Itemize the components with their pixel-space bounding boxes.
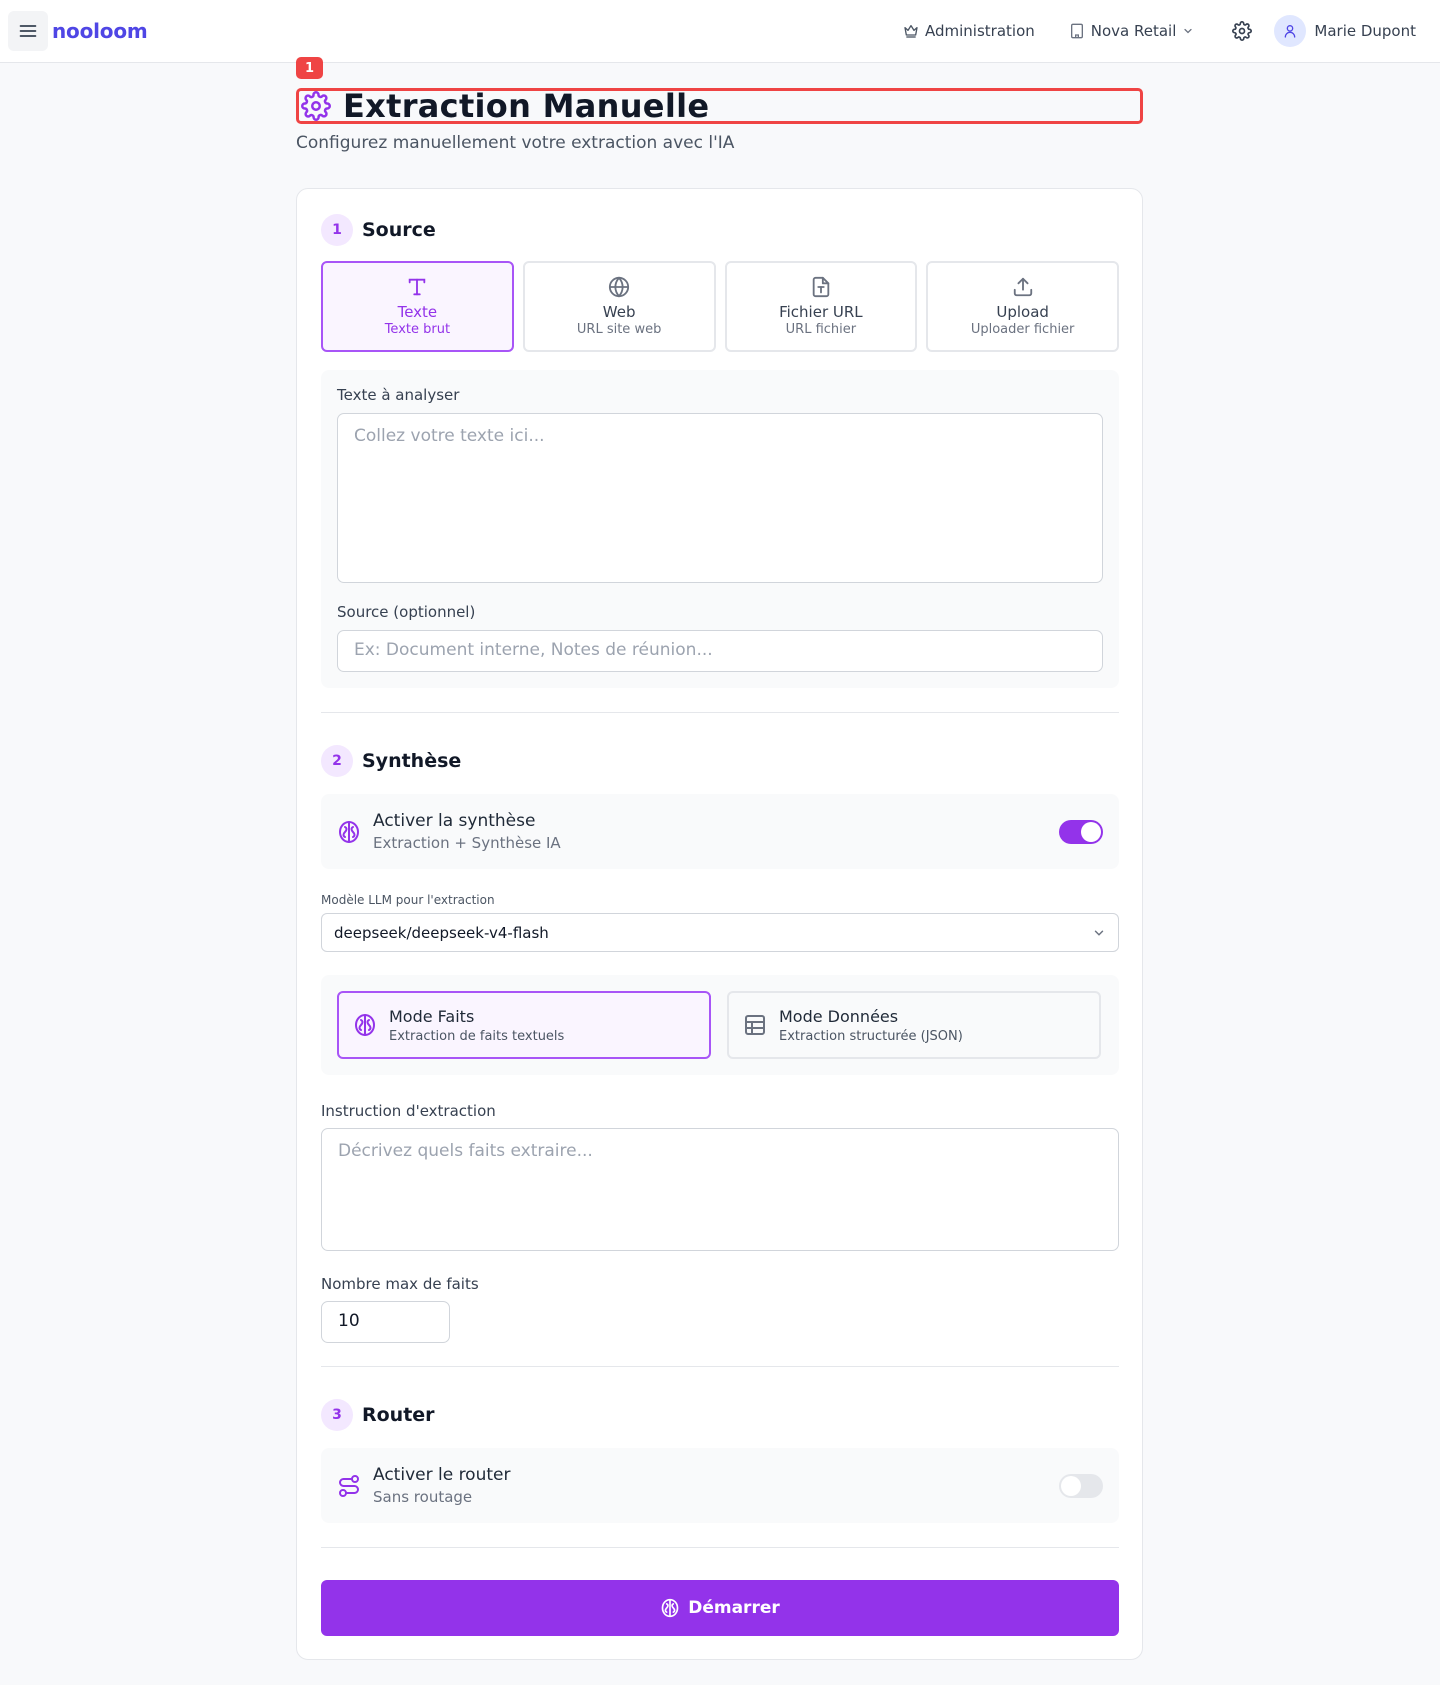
source-panel: Texte à analyser Collez votre texte ici.… xyxy=(321,370,1119,688)
source-type-upload[interactable]: Upload Uploader fichier xyxy=(926,261,1119,352)
page-subtitle: Configurez manuellement votre extraction… xyxy=(296,133,735,153)
brain-icon xyxy=(661,1598,679,1618)
avatar xyxy=(1274,15,1307,47)
table-icon xyxy=(745,1015,765,1035)
mode-faits[interactable]: Mode Faits Extraction de faits textuels xyxy=(337,991,711,1059)
divider xyxy=(321,1547,1119,1548)
gear-icon xyxy=(1232,21,1253,41)
file-text-icon xyxy=(812,276,830,298)
mode-selector: Mode Faits Extraction de faits textuels … xyxy=(321,975,1119,1075)
menu-button[interactable] xyxy=(8,11,48,51)
source-title: Source xyxy=(362,219,436,241)
page-title: Extraction Manuelle xyxy=(343,87,710,125)
synthese-toggle-sub: Extraction + Synthèse IA xyxy=(373,834,561,852)
annotation-badge: 1 xyxy=(296,57,323,79)
route-icon xyxy=(339,1474,359,1497)
admin-link[interactable]: Administration xyxy=(903,22,1035,40)
source-type-label: Fichier URL xyxy=(779,303,863,321)
org-switcher[interactable]: Nova Retail xyxy=(1069,22,1195,40)
chevron-down-icon xyxy=(1184,28,1193,34)
step-number: 1 xyxy=(321,214,353,246)
extraction-form-card: 1 Source Texte Texte brut Web URL site w… xyxy=(296,188,1143,1660)
page-title-row: Extraction Manuelle xyxy=(296,87,1143,125)
settings-button[interactable] xyxy=(1224,13,1260,49)
source-type-texte[interactable]: Texte Texte brut xyxy=(321,261,514,352)
synthese-step-header: 2 Synthèse xyxy=(321,745,1119,777)
source-type-label: Web xyxy=(602,303,636,321)
building-icon xyxy=(1070,23,1083,39)
source-type-selector: Texte Texte brut Web URL site web Fichie… xyxy=(321,261,1119,352)
model-select-value: deepseek/deepseek-v4-flash xyxy=(334,923,549,942)
router-switch[interactable] xyxy=(1059,1473,1103,1498)
gear-icon xyxy=(301,91,331,121)
router-title: Router xyxy=(362,1404,435,1426)
source-type-fichier-url[interactable]: Fichier URL URL fichier xyxy=(724,261,918,352)
source-field-label: Source (optionnel) xyxy=(337,603,476,621)
router-step-header: 3 Router xyxy=(321,1399,1119,1431)
synthese-switch[interactable] xyxy=(1059,819,1103,844)
mode-sub: Extraction structurée (JSON) xyxy=(779,1028,963,1044)
top-bar: nooloom Administration Nova Retail Marie… xyxy=(0,0,1440,63)
crown-icon xyxy=(904,25,918,38)
globe-icon xyxy=(609,276,630,298)
source-type-sub: URL fichier xyxy=(785,322,857,337)
org-label: Nova Retail xyxy=(1090,22,1177,40)
menu-icon xyxy=(19,25,37,37)
instruction-label: Instruction d'extraction xyxy=(321,1102,496,1120)
brain-icon xyxy=(339,820,359,843)
mode-sub: Extraction de faits textuels xyxy=(389,1028,565,1044)
source-type-sub: Texte brut xyxy=(384,322,451,337)
chevron-down-icon xyxy=(1094,930,1104,936)
router-toggle-sub: Sans routage xyxy=(373,1488,473,1506)
source-step-header: 1 Source xyxy=(321,214,1119,246)
brain-icon xyxy=(355,1014,375,1036)
max-facts-input[interactable]: 10 xyxy=(321,1301,450,1343)
synthese-toggle-title: Activer la synthèse xyxy=(373,811,536,831)
brand-logo[interactable]: nooloom xyxy=(52,19,148,43)
start-button[interactable]: Démarrer xyxy=(321,1580,1119,1636)
upload-icon xyxy=(1013,277,1032,297)
instruction-input[interactable]: Décrivez quels faits extraire... xyxy=(321,1128,1119,1251)
divider xyxy=(321,1366,1119,1367)
start-button-label: Démarrer xyxy=(688,1598,780,1618)
user-icon xyxy=(1285,25,1296,38)
router-toggle-title: Activer le router xyxy=(373,1465,511,1485)
model-select[interactable]: deepseek/deepseek-v4-flash xyxy=(321,913,1119,952)
mode-title: Mode Données xyxy=(779,1006,899,1026)
source-input[interactable]: Ex: Document interne, Notes de réunion..… xyxy=(337,630,1103,672)
router-toggle-row: Activer le router Sans routage xyxy=(321,1448,1119,1523)
mode-title: Mode Faits xyxy=(389,1006,475,1026)
user-menu[interactable]: Marie Dupont xyxy=(1274,15,1416,47)
admin-label: Administration xyxy=(925,22,1035,40)
divider xyxy=(321,712,1119,713)
source-type-web[interactable]: Web URL site web xyxy=(522,261,716,352)
text-icon xyxy=(409,278,426,296)
user-name: Marie Dupont xyxy=(1314,22,1416,40)
mode-donnees[interactable]: Mode Données Extraction structurée (JSON… xyxy=(727,991,1101,1059)
model-select-label: Modèle LLM pour l'extraction xyxy=(321,893,495,907)
source-type-label: Upload xyxy=(996,303,1049,321)
source-type-sub: Uploader fichier xyxy=(970,322,1075,337)
text-field-label: Texte à analyser xyxy=(337,386,460,404)
step-number: 2 xyxy=(321,745,353,777)
text-input[interactable]: Collez votre texte ici... xyxy=(337,413,1103,583)
source-type-label: Texte xyxy=(397,303,438,321)
synthese-toggle-row: Activer la synthèse Extraction + Synthès… xyxy=(321,794,1119,869)
step-number: 3 xyxy=(321,1399,353,1431)
synthese-title: Synthèse xyxy=(362,750,462,772)
source-type-sub: URL site web xyxy=(576,322,662,337)
max-facts-label: Nombre max de faits xyxy=(321,1275,479,1293)
